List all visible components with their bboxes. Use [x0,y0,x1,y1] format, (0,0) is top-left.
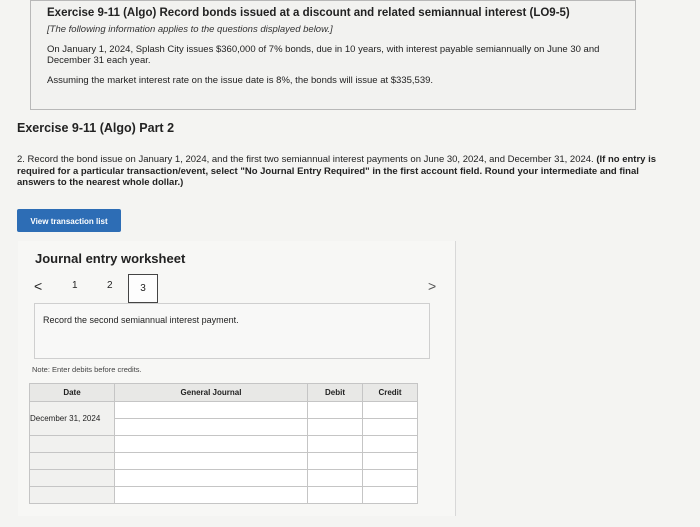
page-1-tab[interactable]: 1 [72,280,78,291]
debit-field[interactable] [307,452,363,470]
table-row [29,435,418,453]
col-date: Date [29,383,115,402]
account-field[interactable] [114,469,308,487]
debit-field[interactable] [307,401,363,419]
col-credit: Credit [362,383,418,402]
page-2-tab[interactable]: 2 [107,280,113,291]
table-row [29,469,418,487]
instruction-box: Record the second semiannual interest pa… [34,303,430,359]
question-main: 2. Record the bond issue on January 1, 2… [17,154,597,165]
worksheet-title: Journal entry worksheet [35,251,186,266]
instruction-text: Record the second semiannual interest pa… [43,315,239,325]
exercise-note: [The following information applies to th… [47,24,333,35]
credit-field[interactable] [362,435,418,453]
view-transaction-list-button[interactable]: View transaction list [17,209,121,232]
date-cell[interactable] [29,486,115,504]
credit-field[interactable] [362,452,418,470]
exercise-paragraph-1: On January 1, 2024, Splash City issues $… [47,44,600,66]
debit-field[interactable] [307,435,363,453]
debit-field[interactable] [307,469,363,487]
col-general-journal: General Journal [114,383,308,402]
debit-field[interactable] [307,486,363,504]
exercise-paragraph-2: Assuming the market interest rate on the… [47,75,434,86]
credit-field[interactable] [362,418,418,436]
exercise-title: Exercise 9-11 (Algo) Record bonds issued… [47,7,570,19]
account-field[interactable] [114,435,308,453]
date-cell[interactable] [29,452,115,470]
credit-field[interactable] [362,401,418,419]
account-field[interactable] [114,486,308,504]
entry-note: Note: Enter debits before credits. [32,365,142,374]
table-row: December 31, 2024 [29,401,418,436]
credit-field[interactable] [362,469,418,487]
question-text: 2. Record the bond issue on January 1, 2… [17,154,657,189]
table-header-row: Date General Journal Debit Credit [29,383,418,402]
journal-table: Date General Journal Debit Credit Decemb… [29,383,418,504]
exercise-info-box: Exercise 9-11 (Algo) Record bonds issued… [30,0,636,110]
prev-page-icon[interactable]: < [34,278,42,294]
table-row [29,452,418,470]
date-cell[interactable] [29,435,115,453]
credit-field[interactable] [362,486,418,504]
col-debit: Debit [307,383,363,402]
date-cell[interactable] [29,469,115,487]
part-title: Exercise 9-11 (Algo) Part 2 [17,121,175,135]
debit-field[interactable] [307,418,363,436]
table-row [29,486,418,504]
next-page-icon[interactable]: > [428,278,436,294]
account-field[interactable] [114,401,308,419]
date-cell[interactable]: December 31, 2024 [29,401,115,436]
account-field[interactable] [114,418,308,436]
page-3-tab[interactable]: 3 [128,274,158,303]
account-field[interactable] [114,452,308,470]
